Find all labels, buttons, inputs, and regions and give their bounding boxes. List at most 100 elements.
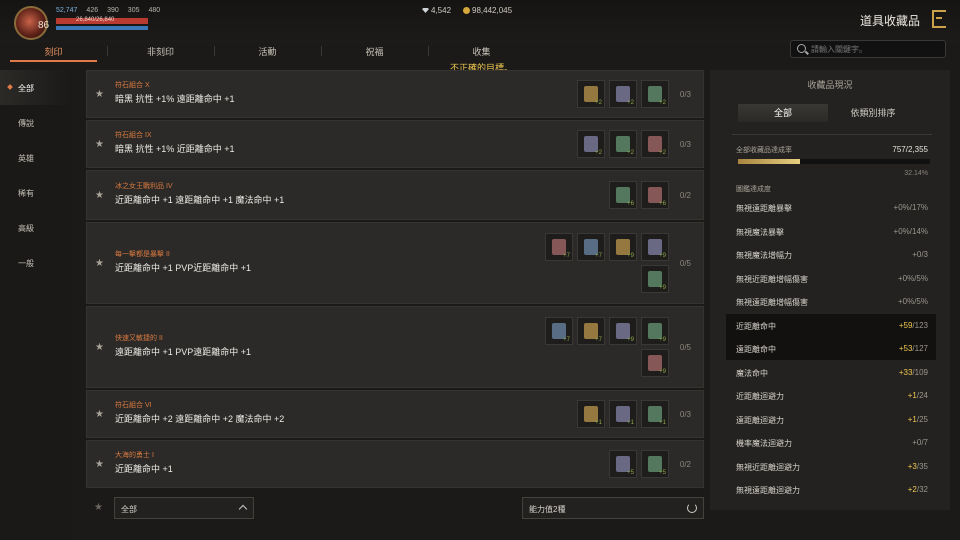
search-box[interactable] xyxy=(790,40,946,58)
tab-blessing[interactable]: 祝福 xyxy=(321,42,428,60)
collection-row[interactable]: ★ 冰之女王戰利品 IV 近距離命中 +1 遠距離命中 +1 魔法命中 +1 0/2 +… xyxy=(86,170,704,220)
favorite-star-icon[interactable]: ★ xyxy=(95,190,104,201)
item-slot[interactable]: +2 xyxy=(609,79,637,108)
stat-max: +0/3 xyxy=(912,250,928,259)
stat-value: +1/24 xyxy=(908,391,928,400)
grade-filter-dropdown[interactable]: 全部 xyxy=(114,497,254,519)
stat-max: +0%/5% xyxy=(897,297,928,306)
collection-name: 快速又敏捷的 II xyxy=(115,335,163,342)
item-slot[interactable]: +7 xyxy=(577,233,605,261)
tab-event[interactable]: 活動 xyxy=(214,42,321,60)
collection-count: 0/5 xyxy=(679,259,691,268)
stat-name: 無視魔法增幅力 xyxy=(736,251,792,260)
collection-effect: 近距離命中 +1 PVP近距離命中 +1 xyxy=(115,263,252,273)
collection-row[interactable]: ★ 大海的勇士 I 近距離命中 +1 0/2 +5 +5 xyxy=(86,440,704,488)
item-slot[interactable]: +7 xyxy=(545,317,573,345)
favorite-star-icon[interactable]: ★ xyxy=(95,139,104,150)
collection-name: 符石組合 VI xyxy=(115,402,152,409)
sidebar-item-advanced[interactable]: 高級 xyxy=(0,210,72,245)
item-slot[interactable]: +5 xyxy=(641,449,669,478)
item-slot[interactable]: +9 xyxy=(609,233,637,261)
collection-row[interactable]: ★ 符石組合 IX 暗黑 抗性 +1% 近距離命中 +1 0/3 +2 +2 +2 xyxy=(86,120,704,168)
stat-row: 無視遠距離迴避力 +2/32 xyxy=(726,478,936,501)
favorite-star-icon[interactable]: ★ xyxy=(95,409,104,420)
tab-by-category[interactable]: 依類別排序 xyxy=(828,104,918,122)
enchant-level: +5 xyxy=(659,469,666,476)
item-slot[interactable]: +5 xyxy=(609,449,637,478)
sidebar-item-heroic[interactable]: 英雄 xyxy=(0,140,72,175)
collection-row[interactable]: ★ 快速又敏捷的 II 遠距離命中 +1 PVP遠距離命中 +1 0/5 +7 +7 +9 +… xyxy=(86,306,704,388)
stat-name: 無視遠距離暴擊 xyxy=(736,204,792,213)
tab-engraved[interactable]: 刻印 xyxy=(0,42,107,62)
stat-row: 遠距離命中 +53/127 xyxy=(726,337,936,360)
stat-name: 無視魔法暴擊 xyxy=(736,227,784,237)
stat-value: +0%/17% xyxy=(894,203,928,212)
item-slot[interactable]: +9 xyxy=(641,349,669,377)
item-slot[interactable]: +2 xyxy=(641,129,669,158)
enchant-level: +9 xyxy=(659,369,666,375)
enchant-level: +9 xyxy=(627,253,634,259)
gold-count: 98,442,045 xyxy=(463,6,512,15)
item-slot[interactable]: +6 xyxy=(641,180,669,209)
item-slot[interactable]: +1 xyxy=(609,399,637,428)
item-slot[interactable]: +2 xyxy=(641,79,669,108)
item-slot[interactable]: +9 xyxy=(609,317,637,345)
item-slot[interactable]: +2 xyxy=(577,129,605,158)
search-input[interactable] xyxy=(811,43,941,55)
item-slot[interactable]: +2 xyxy=(609,129,637,158)
collection-name: 大海的勇士 I xyxy=(115,452,154,459)
reset-icon[interactable] xyxy=(687,503,697,513)
tab-all[interactable]: 全部 xyxy=(738,104,828,122)
item-slot[interactable]: +9 xyxy=(641,233,669,261)
sidebar-item-legendary[interactable]: 傳說 xyxy=(0,105,72,140)
favorite-star-icon[interactable]: ★ xyxy=(95,342,104,353)
item-slot[interactable]: +9 xyxy=(641,317,669,345)
stat-value: +59/123 xyxy=(899,321,928,330)
enchant-level: +6 xyxy=(659,200,666,207)
collection-row[interactable]: ★ 每一擊都是暴擊 II 近距離命中 +1 PVP近距離命中 +1 0/5 +7 +7 +9… xyxy=(86,222,704,304)
stat-bonus: +1 xyxy=(907,414,917,424)
stat-row: 無視近距離迴避力 +3/35 xyxy=(726,455,936,478)
filter-bar: ★ 全部 能力值2種 xyxy=(86,494,704,522)
tab-non-engraved[interactable]: 非刻印 xyxy=(107,42,214,60)
enchant-level: +1 xyxy=(627,419,634,426)
stat-row: 機率魔法迴避力 +0/7 xyxy=(726,431,936,454)
item-slot[interactable]: +6 xyxy=(609,180,637,209)
progress-percent: 32.14% xyxy=(904,170,928,177)
collection-row[interactable]: ★ 符石組合 X 暗黑 抗性 +1% 遠距離命中 +1 0/3 +2 +2 +2 xyxy=(86,70,704,118)
item-slot[interactable]: +7 xyxy=(545,233,573,261)
sidebar-item-rare[interactable]: 稀有 xyxy=(0,175,72,210)
player-level: 86 xyxy=(38,20,50,31)
item-slot[interactable]: +2 xyxy=(577,79,605,108)
stat-filter-dropdown[interactable]: 能力值2種 xyxy=(522,497,704,519)
item-slot[interactable]: +7 xyxy=(577,317,605,345)
close-icon[interactable] xyxy=(932,10,946,28)
favorite-star-icon[interactable]: ★ xyxy=(95,459,104,470)
enchant-level: +5 xyxy=(627,469,634,476)
stat-value: +0%/14% xyxy=(894,227,928,236)
stat-max: /32 xyxy=(916,485,928,494)
sidebar-item-normal[interactable]: 一般 xyxy=(0,245,72,280)
stat-value: +2/32 xyxy=(908,485,928,494)
stat-max: /109 xyxy=(912,367,928,377)
favorite-star-icon[interactable]: ★ xyxy=(95,89,104,100)
item-slot[interactable]: +1 xyxy=(641,399,669,428)
item-slot[interactable]: +9 xyxy=(641,265,669,293)
collection-count: 0/3 xyxy=(679,410,691,419)
stat-value: 390 xyxy=(107,7,119,14)
favorite-star-icon[interactable]: ★ xyxy=(95,258,104,269)
item-slot[interactable]: +1 xyxy=(577,399,605,428)
stat-value: 426 xyxy=(86,7,99,14)
tab-collection[interactable]: 收集 xyxy=(428,42,535,60)
stat-row: 魔法命中 +33/109 xyxy=(726,361,936,384)
divider xyxy=(732,134,932,135)
enchant-level: +9 xyxy=(627,337,634,343)
collection-row[interactable]: ★ 符石組合 VI 近距離命中 +2 遠距離命中 +2 魔法命中 +2 0/3 +1 +1… xyxy=(86,390,704,438)
codex-label: 圖鑑達成度 xyxy=(736,186,771,193)
stat-max: /35 xyxy=(916,461,928,471)
gold-coin-icon xyxy=(463,7,471,14)
sidebar-item-all[interactable]: 全部 xyxy=(0,70,72,105)
progress-label: 全部收藏品達成率 xyxy=(736,147,792,154)
enchant-level: +2 xyxy=(659,149,666,156)
favorite-filter-icon[interactable]: ★ xyxy=(94,502,103,513)
